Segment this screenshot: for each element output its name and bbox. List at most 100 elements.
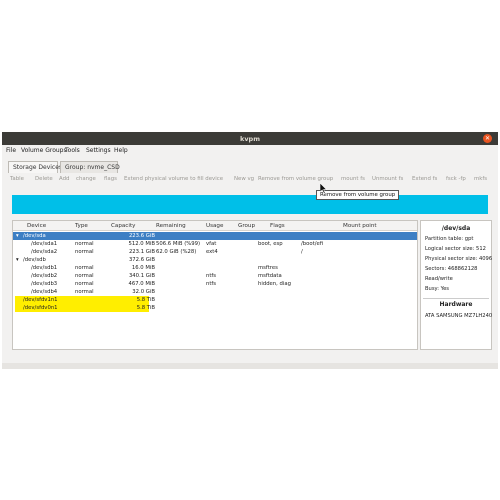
table-button[interactable]: Table <box>10 176 24 182</box>
hardware-model: ATA SAMSUNG MZ7LH240 <box>425 313 493 319</box>
delete-button[interactable]: Delete <box>35 176 53 182</box>
extend-fs-button[interactable]: Extend fs <box>412 176 437 182</box>
highlight-banner <box>12 195 488 214</box>
window-title: kvpm <box>240 135 260 143</box>
expander-icon[interactable]: ▾ <box>16 257 19 263</box>
cell-remaining: 62.0 GiB (%28) <box>156 249 197 255</box>
table-row[interactable]: /dev/sdb4 normal 32.0 GiB <box>13 288 417 296</box>
cell-flags: boot, esp <box>258 241 283 247</box>
cell-capacity: 32.0 GiB <box>132 289 155 295</box>
expander-icon[interactable]: ▾ <box>16 233 19 239</box>
extend-pv-button[interactable]: Extend physical volume to fill device <box>124 176 223 182</box>
menu-file[interactable]: File <box>6 147 16 154</box>
menu-volume-groups[interactable]: Volume Groups <box>21 147 67 154</box>
details-title: /dev/sda <box>441 225 471 232</box>
cell-capacity: 512.0 MiB <box>128 241 155 247</box>
status-bar <box>2 363 498 369</box>
flags-button[interactable]: flags <box>104 176 117 182</box>
detail-physical-sector: Physical sector size: 4096 <box>425 256 493 262</box>
mouse-pointer-icon <box>320 183 328 194</box>
kvpm-window: kvpm ✕ File Volume Groups Tools Settings… <box>2 132 498 369</box>
detail-logical-sector: Logical sector size: 512 <box>425 246 486 252</box>
detail-busy: Busy: Yes <box>425 286 450 292</box>
col-usage[interactable]: Usage <box>206 223 223 229</box>
col-flags[interactable]: Flags <box>270 223 285 229</box>
table-row[interactable]: ▾ /dev/sdb 372.6 GiB <box>13 256 417 264</box>
cell-type: normal <box>75 241 94 247</box>
table-row[interactable]: /dev/sdb2 normal 340.1 GiB ntfs msftdata <box>13 272 417 280</box>
cell-usage: ext4 <box>206 249 218 255</box>
cell-capacity: 16.0 MiB <box>131 265 155 271</box>
menu-tools[interactable]: Tools <box>65 147 80 154</box>
cell-device: /dev/sdb4 <box>31 289 58 295</box>
unmount-fs-button[interactable]: Unmount fs <box>372 176 403 182</box>
table-row[interactable]: /dev/sda1 normal 512.0 MiB 506.6 MiB (%99) v… <box>13 240 417 248</box>
cell-device: /dev/sdb <box>23 257 46 263</box>
col-device[interactable]: Device <box>27 223 46 229</box>
cell-capacity: 372.6 GiB <box>128 257 155 263</box>
hardware-title: Hardware <box>439 301 473 308</box>
new-vg-button[interactable]: New vg <box>234 176 254 182</box>
cell-type: normal <box>75 273 94 279</box>
detail-sectors: Sectors: 468862128 <box>425 266 478 272</box>
table-row[interactable]: /dev/sdb3 normal 467.0 MiB ntfs hidden, diag <box>13 280 417 288</box>
col-group[interactable]: Group <box>238 223 255 229</box>
cell-capacity: 223.6 GiB <box>128 233 155 239</box>
col-mount-point[interactable]: Mount point <box>343 223 377 229</box>
cell-capacity: 5.8 TiB <box>136 305 155 311</box>
cell-flags: msftres <box>258 265 278 271</box>
tooltip: Remove from volume group <box>316 190 400 200</box>
remove-from-vg-button[interactable]: Remove from volume group <box>258 176 333 182</box>
close-icon[interactable]: ✕ <box>483 134 492 143</box>
menu-bar: File Volume Groups Tools Settings Help <box>2 145 498 156</box>
cell-usage: vfat <box>206 241 217 247</box>
tab-group-nvme-csd[interactable]: Group: nvme_CSD <box>60 161 120 173</box>
cell-flags: hidden, diag <box>258 281 291 287</box>
cell-device: /dev/sfdv0n1 <box>23 305 58 311</box>
table-row[interactable]: /dev/sda2 normal 223.1 GiB 62.0 GiB (%28) ex… <box>13 248 417 256</box>
col-type[interactable]: Type <box>75 223 88 229</box>
details-panel: /dev/sda Partition table: gpt Logical se… <box>420 220 492 350</box>
table-header: Device Type Capacity Remaining Usage Gro… <box>13 221 417 231</box>
tab-storage-devices[interactable]: Storage Devices <box>8 161 62 173</box>
add-button[interactable]: Add <box>59 176 69 182</box>
cell-remaining: 506.6 MiB (%99) <box>156 241 201 247</box>
cell-type: normal <box>75 281 94 287</box>
table-row[interactable]: /dev/sfdv1n1 5.8 TiB <box>13 296 417 304</box>
table-row[interactable]: ▾ /dev/sda 223.6 GiB <box>13 232 417 240</box>
table-row[interactable]: /dev/sfdv0n1 5.8 TiB <box>13 304 417 312</box>
cell-device: /dev/sda2 <box>31 249 58 255</box>
cell-usage: ntfs <box>206 281 217 287</box>
title-bar[interactable]: kvpm ✕ <box>2 132 498 145</box>
menu-help[interactable]: Help <box>114 147 128 154</box>
cell-capacity: 5.8 TiB <box>136 297 155 303</box>
mkfs-button[interactable]: mkfs <box>474 176 487 182</box>
cell-device: /dev/sda1 <box>31 241 58 247</box>
cell-device: /dev/sdb1 <box>31 265 58 271</box>
cell-device: /dev/sdb3 <box>31 281 58 287</box>
details-divider <box>423 298 489 299</box>
cell-flags: msftdata <box>258 273 282 279</box>
mount-fs-button[interactable]: mount fs <box>341 176 365 182</box>
detail-read-write: Read/write <box>425 276 453 282</box>
cell-device: /dev/sfdv1n1 <box>23 297 58 303</box>
cell-type: normal <box>75 289 94 295</box>
fsck-button[interactable]: fsck -fp <box>446 176 466 182</box>
cell-mount-point: / <box>301 249 303 255</box>
cell-usage: ntfs <box>206 273 217 279</box>
video-frame: kvpm ✕ File Volume Groups Tools Settings… <box>0 0 500 500</box>
cell-device: /dev/sda <box>23 233 46 239</box>
cell-device: /dev/sdb2 <box>31 273 58 279</box>
toolbar: Table Delete Add change flags Extend phy… <box>8 175 492 185</box>
col-capacity[interactable]: Capacity <box>111 223 135 229</box>
cell-type: normal <box>75 249 94 255</box>
change-button[interactable]: change <box>76 176 96 182</box>
menu-settings[interactable]: Settings <box>86 147 111 154</box>
cell-mount-point: /boot/efi <box>301 241 324 247</box>
col-remaining[interactable]: Remaining <box>156 223 186 229</box>
table-row[interactable]: /dev/sdb1 normal 16.0 MiB msftres <box>13 264 417 272</box>
devices-table: Device Type Capacity Remaining Usage Gro… <box>12 220 418 350</box>
detail-partition-table: Partition table: gpt <box>425 236 474 242</box>
cell-capacity: 467.0 MiB <box>128 281 155 287</box>
cell-capacity: 340.1 GiB <box>128 273 155 279</box>
